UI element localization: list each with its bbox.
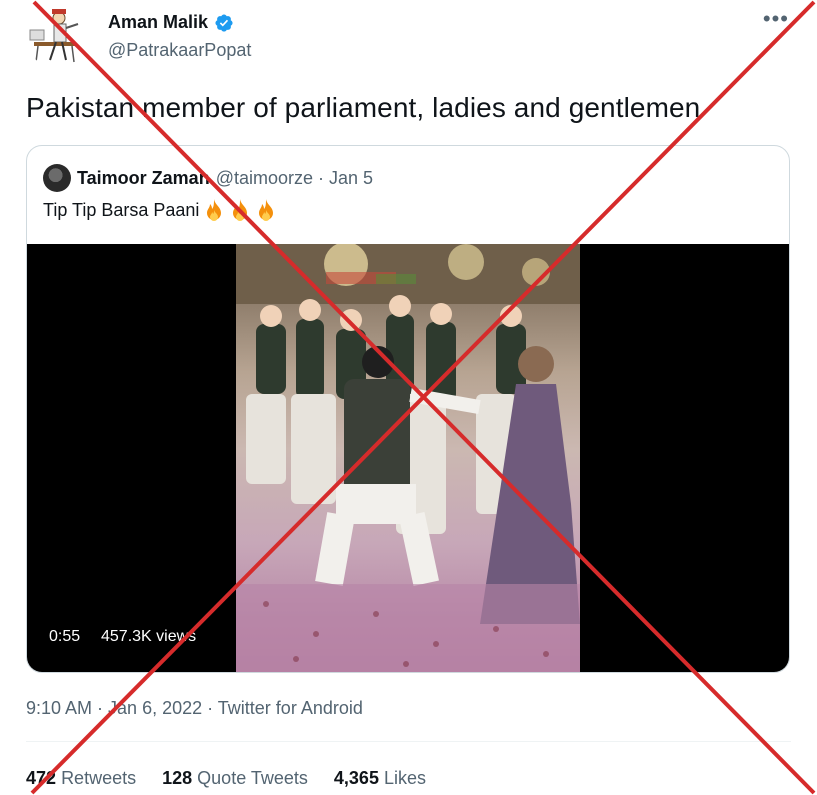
likes-count: 4,365: [333, 768, 379, 788]
retweets-label: Retweets: [61, 768, 137, 788]
meta-separator: ·: [202, 698, 218, 718]
fire-emoji: [207, 199, 222, 221]
video-player[interactable]: 0:55 457.3K views: [27, 244, 789, 672]
author-name[interactable]: Aman Malik: [108, 12, 208, 33]
quoted-tweet[interactable]: Taimoor Zaman @taimoorze · Jan 5 Tip Tip…: [26, 145, 790, 673]
quoted-author-meta[interactable]: @taimoorze · Jan 5: [216, 168, 373, 189]
fire-emoji: [233, 199, 248, 221]
quoted-author-name[interactable]: Taimoor Zaman: [77, 168, 210, 189]
quote-tweets-label: Quote Tweets: [197, 768, 308, 788]
likes-stat[interactable]: 4,365 Likes: [334, 768, 426, 789]
video-scene-image: [236, 244, 580, 672]
tweet-stats: 472 Retweets 128 Quote Tweets 4,365 Like…: [26, 768, 426, 789]
meta-separator: ·: [92, 698, 109, 718]
retweets-count: 472: [26, 768, 57, 788]
fire-emoji: [259, 199, 274, 221]
quoted-tweet-header: Taimoor Zaman @taimoorze · Jan 5: [43, 164, 373, 192]
retweets-stat[interactable]: 472 Retweets: [26, 768, 136, 789]
quoted-tweet-text: Tip Tip Barsa Paani: [43, 199, 200, 220]
tweet-meta: 9:10 AM · Jan 6, 2022 · Twitter for Andr…: [26, 698, 363, 719]
video-frame: [236, 244, 580, 672]
divider: [26, 741, 791, 742]
tweet-time[interactable]: 9:10 AM: [26, 698, 92, 718]
more-options-icon[interactable]: •••: [763, 8, 789, 30]
tweet-header: Aman Malik @PatrakaarPopat •••: [26, 6, 791, 70]
quote-tweets-count: 128: [162, 768, 193, 788]
likes-label: Likes: [383, 768, 426, 788]
author-avatar[interactable]: [26, 6, 88, 68]
quote-tweets-stat[interactable]: 128 Quote Tweets: [162, 768, 308, 789]
video-duration: 0:55: [49, 628, 81, 645]
tweet-date[interactable]: Jan 6, 2022: [108, 698, 202, 718]
author-handle[interactable]: @PatrakaarPopat: [108, 40, 251, 61]
verified-badge-icon: [215, 13, 233, 32]
quoted-tweet-text-row: Tip Tip Barsa Paani: [43, 198, 277, 222]
tweet-text: Pakistan member of parliament, ladies an…: [26, 92, 701, 123]
author-name-row[interactable]: Aman Malik: [108, 12, 234, 33]
quoted-author-avatar[interactable]: [43, 164, 71, 192]
tweet-source[interactable]: Twitter for Android: [218, 698, 363, 718]
video-views: 457.3K views: [101, 628, 197, 645]
